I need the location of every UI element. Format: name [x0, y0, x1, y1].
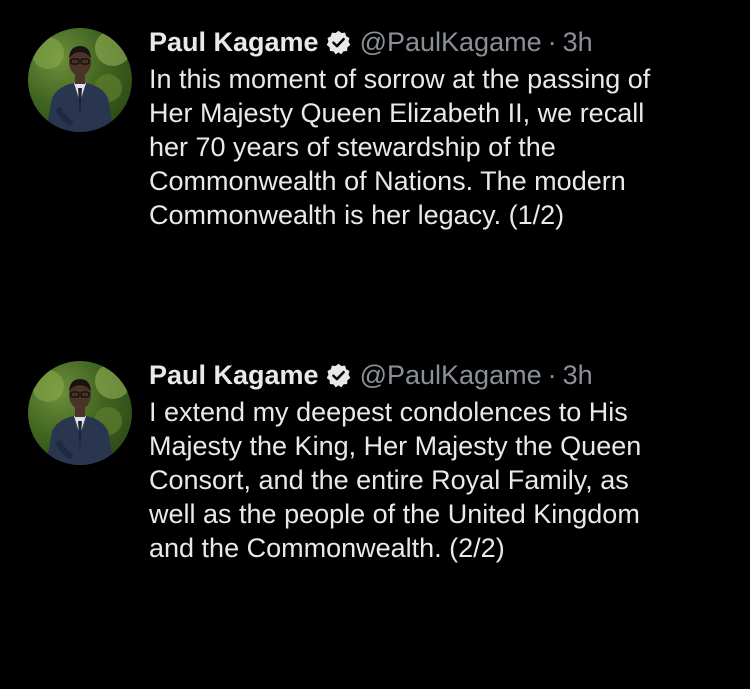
separator-dot: · [547, 359, 557, 390]
avatar[interactable] [28, 28, 132, 132]
tweet-text-line: In this moment of sorrow at the passing … [149, 64, 651, 94]
tweet-content: Paul Kagame @PaulKagame · 3h In this mom… [149, 22, 739, 232]
tweet-text-line: I extend my deepest condolences to His [149, 397, 628, 427]
tweet-text-line: her 70 years of stewardship of the [149, 132, 556, 162]
tweet-text-line: Commonwealth of Nations. The modern [149, 166, 626, 196]
tweet-text-line: and the Commonwealth. (2/2) [149, 533, 505, 563]
tweet-header: Paul Kagame @PaulKagame · 3h [149, 22, 739, 62]
verified-badge-icon [325, 29, 352, 56]
tweet-timestamp[interactable]: 3h [563, 27, 593, 58]
author-handle[interactable]: @PaulKagame [360, 360, 542, 391]
avatar-photo [32, 363, 131, 465]
tweet-text-line: Consort, and the entire Royal Family, as [149, 465, 629, 495]
avatar-photo [32, 30, 131, 132]
tweet-content: Paul Kagame @PaulKagame · 3h I extend my… [149, 355, 739, 565]
author-name[interactable]: Paul Kagame [149, 360, 319, 391]
tweet-timestamp[interactable]: 3h [563, 360, 593, 391]
avatar[interactable] [28, 361, 132, 465]
tweet-text: I extend my deepest condolences to His M… [149, 395, 739, 565]
tweet-header: Paul Kagame @PaulKagame · 3h [149, 355, 739, 395]
tweet-text-line: Majesty the King, Her Majesty the Queen [149, 431, 642, 461]
tweet-text-line: well as the people of the United Kingdom [149, 499, 640, 529]
tweet-text-line: Her Majesty Queen Elizabeth II, we recal… [149, 98, 645, 128]
tweet-text-line: Commonwealth is her legacy. (1/2) [149, 200, 565, 230]
verified-badge-icon [325, 362, 352, 389]
separator-dot: · [547, 26, 557, 57]
author-name[interactable]: Paul Kagame [149, 27, 319, 58]
author-handle[interactable]: @PaulKagame [360, 27, 542, 58]
tweet-text: In this moment of sorrow at the passing … [149, 62, 739, 232]
